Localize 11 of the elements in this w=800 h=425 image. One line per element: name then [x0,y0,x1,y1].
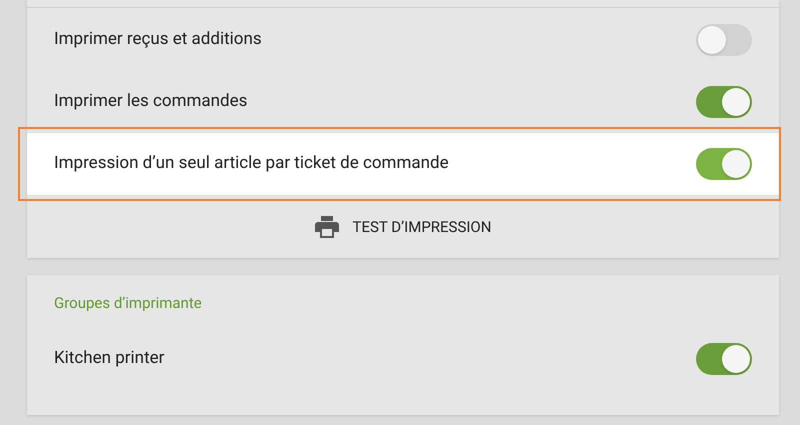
test-print-button[interactable]: TEST D’IMPRESSION [302,208,504,246]
toggle-switch[interactable] [696,86,752,118]
toggle-switch[interactable] [696,24,752,56]
setting-label: Impression d’un seul article par ticket de commande [54,152,449,176]
setting-label: Kitchen printer [54,347,164,370]
toggle-switch[interactable] [696,148,752,180]
printer-icon [314,216,339,238]
setting-label: Imprimer les commandes [54,90,248,114]
setting-label: Imprimer reçus et additions [54,28,262,52]
section-title: Groupes d’imprimante [54,292,202,314]
toggle-switch[interactable] [696,343,752,375]
